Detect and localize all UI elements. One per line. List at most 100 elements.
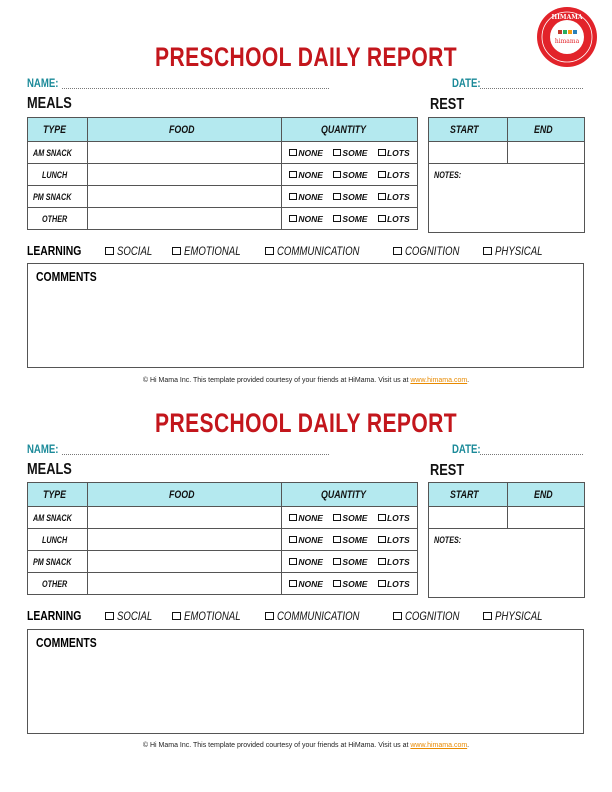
quantity-option-lots[interactable]: LOTS (377, 513, 410, 523)
checkbox-icon[interactable] (377, 535, 386, 543)
quantity-option-none[interactable]: NONE (289, 513, 323, 523)
quantity-option-some[interactable]: SOME (333, 579, 367, 589)
food-cell[interactable] (87, 185, 282, 208)
meal-type: PM SNACK (27, 550, 88, 573)
col-header-end: END (507, 117, 585, 142)
checkbox-icon[interactable] (377, 214, 386, 222)
quantity-option-none[interactable]: NONE (289, 535, 323, 545)
footer-suffix: . (467, 742, 470, 749)
checkbox-icon[interactable] (483, 611, 492, 620)
date-field[interactable] (480, 88, 583, 89)
rest-start-cell[interactable] (428, 506, 508, 529)
checkbox-icon[interactable] (393, 246, 402, 255)
checkbox-icon[interactable] (377, 192, 386, 200)
quantity-option-some[interactable]: SOME (333, 148, 367, 158)
quantity-option-none[interactable]: NONE (289, 579, 323, 589)
learning-row: LEARNING SOCIAL EMOTIONAL COMMUNICATION … (27, 243, 587, 261)
checkbox-icon[interactable] (393, 611, 402, 620)
quantity-option-some[interactable]: SOME (333, 170, 367, 180)
quantity-option-some[interactable]: SOME (333, 192, 367, 202)
checkbox-icon[interactable] (265, 611, 274, 620)
rest-notes-field[interactable]: NOTES: (428, 528, 585, 598)
checkbox-icon[interactable] (333, 513, 342, 521)
meals-table: TYPE FOOD QUANTITY AM SNACK NONE SOME LO… (27, 117, 418, 230)
checkbox-icon[interactable] (333, 148, 342, 156)
comments-box[interactable]: COMMENTS (27, 263, 584, 368)
rest-end-cell[interactable] (507, 141, 585, 164)
checkbox-icon[interactable] (483, 246, 492, 255)
checkbox-icon[interactable] (377, 170, 386, 178)
checkbox-icon[interactable] (377, 513, 386, 521)
learning-option-communication[interactable]: COMMUNICATION (265, 244, 380, 258)
learning-option-physical[interactable]: PHYSICAL (483, 609, 554, 623)
quantity-option-lots[interactable]: LOTS (377, 170, 410, 180)
learning-option-social[interactable]: SOCIAL (105, 609, 161, 623)
checkbox-icon[interactable] (333, 557, 342, 565)
learning-option-emotional[interactable]: EMOTIONAL (172, 609, 255, 623)
checkbox-icon[interactable] (333, 535, 342, 543)
checkbox-icon[interactable] (105, 246, 114, 255)
checkbox-icon[interactable] (289, 214, 298, 222)
col-header-start: START (428, 482, 508, 507)
quantity-option-lots[interactable]: LOTS (377, 148, 410, 158)
comments-box[interactable]: COMMENTS (27, 629, 584, 734)
quantity-option-none[interactable]: NONE (289, 214, 323, 224)
checkbox-icon[interactable] (172, 246, 181, 255)
checkbox-icon[interactable] (333, 214, 342, 222)
checkbox-icon[interactable] (289, 535, 298, 543)
checkbox-icon[interactable] (172, 611, 181, 620)
quantity-option-none[interactable]: NONE (289, 148, 323, 158)
food-cell[interactable] (87, 550, 282, 573)
checkbox-icon[interactable] (377, 148, 386, 156)
learning-option-cognition[interactable]: COGNITION (393, 244, 473, 258)
checkbox-icon[interactable] (333, 170, 342, 178)
learning-label: LEARNING (27, 243, 82, 258)
rest-notes-field[interactable]: NOTES: (428, 163, 585, 233)
learning-option-emotional[interactable]: EMOTIONAL (172, 244, 255, 258)
quantity-option-none[interactable]: NONE (289, 192, 323, 202)
quantity-option-lots[interactable]: LOTS (377, 214, 410, 224)
checkbox-icon[interactable] (333, 579, 342, 587)
table-row: PM SNACK NONE SOME LOTS (27, 185, 418, 208)
name-field[interactable] (62, 88, 329, 89)
quantity-cell: NONE SOME LOTS (281, 528, 418, 551)
checkbox-icon[interactable] (289, 170, 298, 178)
himama-link[interactable]: www.himama.com (410, 742, 467, 749)
quantity-option-lots[interactable]: LOTS (377, 535, 410, 545)
food-cell[interactable] (87, 163, 282, 186)
quantity-option-some[interactable]: SOME (333, 535, 367, 545)
checkbox-icon[interactable] (105, 611, 114, 620)
quantity-option-none[interactable]: NONE (289, 170, 323, 180)
rest-start-cell[interactable] (428, 141, 508, 164)
food-cell[interactable] (87, 506, 282, 529)
checkbox-icon[interactable] (289, 513, 298, 521)
food-cell[interactable] (87, 528, 282, 551)
checkbox-icon[interactable] (289, 579, 298, 587)
learning-option-communication[interactable]: COMMUNICATION (265, 609, 380, 623)
quantity-option-lots[interactable]: LOTS (377, 579, 410, 589)
checkbox-icon[interactable] (333, 192, 342, 200)
quantity-option-none[interactable]: NONE (289, 557, 323, 567)
food-cell[interactable] (87, 572, 282, 595)
quantity-option-some[interactable]: SOME (333, 557, 367, 567)
checkbox-icon[interactable] (377, 579, 386, 587)
quantity-option-some[interactable]: SOME (333, 214, 367, 224)
rest-end-cell[interactable] (507, 506, 585, 529)
quantity-cell: NONE SOME LOTS (281, 141, 418, 164)
learning-option-physical[interactable]: PHYSICAL (483, 244, 554, 258)
rest-table: START END NOTES: (428, 117, 585, 233)
checkbox-icon[interactable] (289, 557, 298, 565)
learning-option-social[interactable]: SOCIAL (105, 244, 161, 258)
quantity-option-lots[interactable]: LOTS (377, 192, 410, 202)
quantity-option-some[interactable]: SOME (333, 513, 367, 523)
checkbox-icon[interactable] (289, 148, 298, 156)
checkbox-icon[interactable] (377, 557, 386, 565)
quantity-option-lots[interactable]: LOTS (377, 557, 410, 567)
checkbox-icon[interactable] (289, 192, 298, 200)
food-cell[interactable] (87, 207, 282, 230)
food-cell[interactable] (87, 141, 282, 164)
name-field[interactable] (62, 454, 329, 455)
date-field[interactable] (480, 454, 583, 455)
learning-option-cognition[interactable]: COGNITION (393, 609, 473, 623)
checkbox-icon[interactable] (265, 246, 274, 255)
